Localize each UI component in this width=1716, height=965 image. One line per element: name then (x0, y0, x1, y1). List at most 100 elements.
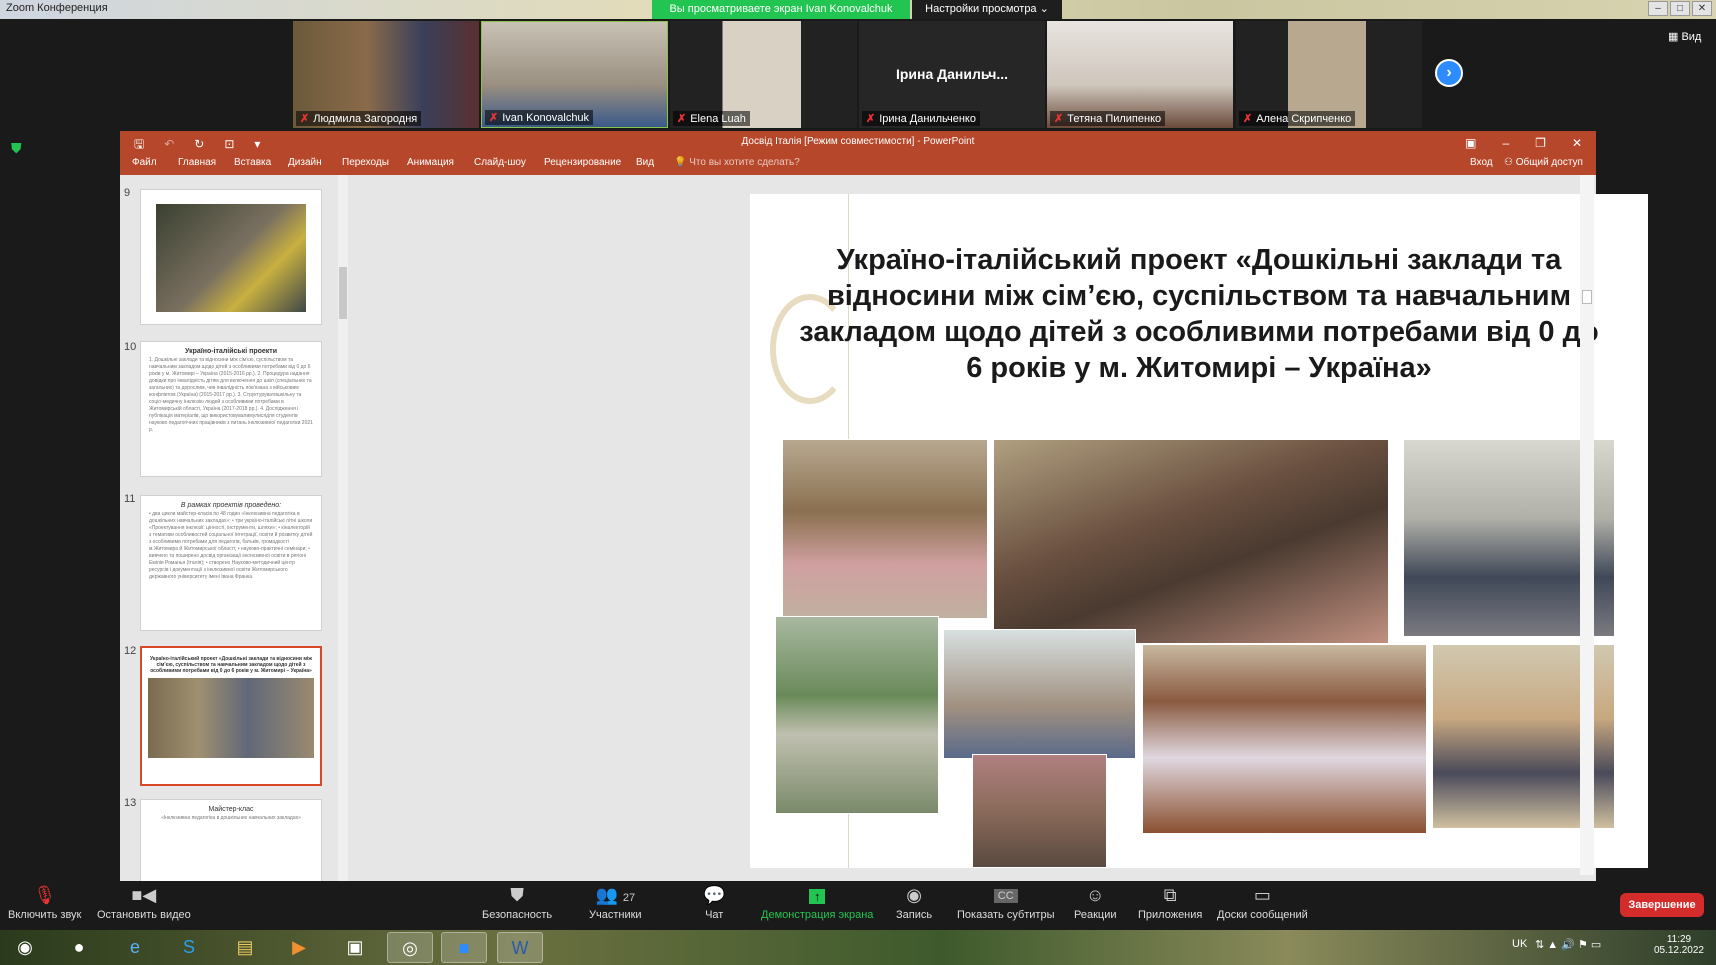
internet-explorer-icon[interactable]: e (112, 932, 158, 963)
tell-me-label: Что вы хотите сделать? (689, 157, 800, 168)
tab-transitions[interactable]: Переходы (342, 157, 389, 168)
whiteboards-button[interactable]: ▭ Доски сообщений (1217, 885, 1308, 921)
captions-button[interactable]: CC Показать субтитры (957, 885, 1055, 921)
apps-label: Приложения (1138, 909, 1203, 921)
skype-icon[interactable]: S (166, 932, 212, 963)
minimize-button[interactable]: – (1648, 1, 1668, 16)
tab-view[interactable]: Вид (636, 157, 654, 168)
thumbnail-title: В рамках проектів проведено: (180, 502, 282, 509)
slide-thumbnail-11[interactable]: В рамках проектів проведено: • два цикли … (140, 495, 322, 631)
video-tile[interactable]: Алена Скрипченко (1236, 21, 1422, 128)
reactions-button[interactable]: ☺ Реакции (1074, 885, 1117, 921)
stop-video-button[interactable]: ■◀ Остановить видео (97, 885, 191, 921)
scroll-thumb[interactable] (1582, 290, 1592, 304)
view-options-button[interactable]: Настройки просмотра ⌄ (912, 0, 1062, 19)
unmute-button[interactable]: 🎙 Включить звук (8, 885, 81, 921)
chat-label: Чат (705, 909, 724, 921)
ppt-close[interactable]: ✕ (1572, 133, 1582, 154)
signin-link[interactable]: Вход (1470, 157, 1493, 168)
date: 05.12.2022 (1653, 945, 1704, 956)
thumbnail-body: • два цикли майстер-класів по 48 годин «… (149, 511, 313, 580)
record-button[interactable]: ◉ Запись (896, 885, 932, 921)
photo (775, 616, 939, 814)
thumbnail-body: «Інклюзивна педагогіка в дошкільних навч… (161, 815, 301, 821)
start-button-icon[interactable]: ◉ (2, 932, 48, 963)
chat-bubble-icon: 💬 (703, 885, 726, 905)
slide-thumbnail-10[interactable]: Україно-італійські проекти 1. Дошкільні з… (140, 341, 322, 477)
video-tile[interactable]: Ірина Данильч... Ірина Данильченко (859, 21, 1045, 128)
share-screen-button[interactable]: ↑ Демонстрация экрана (761, 885, 873, 921)
language-indicator[interactable]: UK (1512, 938, 1527, 950)
close-button[interactable]: ✕ (1692, 1, 1712, 16)
word-icon[interactable]: W (497, 932, 543, 963)
scroll-thumb[interactable] (339, 267, 347, 319)
captions-label: Показать субтитры (957, 909, 1055, 921)
ribbon-display-icon[interactable]: ▣ (1465, 133, 1476, 154)
tray-icons[interactable]: ⇅ ▲ 🔊 ⚑ ▭ (1535, 938, 1601, 951)
tab-insert[interactable]: Вставка (234, 157, 271, 168)
record-icon: ◉ (906, 885, 922, 905)
end-meeting-button[interactable]: Завершение (1620, 893, 1704, 917)
ppt-restore[interactable]: ❐ (1535, 133, 1546, 154)
participant-name: Алена Скрипченко (1239, 111, 1356, 126)
apps-button[interactable]: ⧉ Приложения (1138, 885, 1202, 921)
participant-name: Ivan Konovalchuk (485, 110, 594, 125)
ppt-minimize[interactable]: – (1502, 133, 1509, 154)
tab-animations[interactable]: Анимация (407, 157, 454, 168)
app-icon[interactable]: ▣ (332, 932, 378, 963)
participant-name: Ірина Данильченко (862, 111, 980, 126)
document-title: Досвід Італія [Режим совместимости] - Po… (741, 136, 975, 147)
security-label: Безопасность (482, 909, 553, 921)
photo (782, 439, 988, 619)
view-label: Вид (1681, 31, 1702, 43)
media-player-icon[interactable]: ● (56, 932, 102, 963)
participants-icon: 👥 27 (595, 885, 636, 905)
unmute-label: Включить звук (8, 909, 82, 921)
slide-scrollbar[interactable] (1580, 175, 1594, 875)
time: 11:29 (1666, 934, 1692, 945)
video-tile[interactable]: Людмила Загородня (293, 21, 479, 128)
thumbnail-title: Україно-італійські проекти (184, 348, 278, 355)
apps-icon: ⧉ (1163, 885, 1177, 905)
video-tile[interactable]: Elena Luah (670, 21, 857, 128)
video-camera-icon: ■◀ (131, 885, 157, 905)
windows-taskbar: ◉ ● e S ▤ ▶ ▣ ◎ ■ W UK ⇅ ▲ 🔊 ⚑ ▭ 11:29 05… (0, 930, 1716, 965)
slide-thumbnail-13[interactable]: Майстер-клас «Інклюзивна педагогіка в дош… (140, 799, 322, 881)
view-button[interactable]: ▦ Вид (1668, 30, 1701, 43)
current-slide[interactable]: Україно-італійський проект «Дошкільні за… (750, 194, 1648, 868)
tab-home[interactable]: Главная (178, 157, 216, 168)
shield-icon: ⛊ (510, 885, 524, 905)
thumbnail-photos (148, 678, 314, 758)
tab-file[interactable]: Файл (132, 157, 157, 168)
slide-number: 10 (124, 341, 137, 353)
slide-thumbnail-9[interactable] (140, 189, 322, 325)
next-page-arrow-icon[interactable]: › (1435, 59, 1463, 87)
share-button[interactable]: ⚇ Общий доступ (1504, 157, 1583, 168)
participants-button[interactable]: 👥 27 Участники (589, 885, 642, 921)
tab-design[interactable]: Дизайн (288, 157, 322, 168)
emoji-icon: ☺ (1086, 885, 1105, 905)
video-tile[interactable]: Тетяна Пилипенко (1047, 21, 1233, 128)
thumbnail-body: 1. Дошкільні заклади та відносини між сі… (149, 357, 313, 433)
share-label: Общий доступ (1515, 157, 1583, 168)
thumbnails-scrollbar[interactable] (338, 175, 348, 881)
video-tile-active-speaker[interactable]: Ivan Konovalchuk (481, 21, 668, 128)
cc-icon: CC (957, 885, 1055, 909)
security-button[interactable]: ⛊ Безопасность (482, 885, 552, 921)
file-explorer-icon[interactable]: ▤ (222, 932, 268, 963)
chat-button[interactable]: 💬 Чат (703, 885, 725, 921)
slide-number: 11 (124, 493, 136, 505)
encryption-shield-icon[interactable]: ⛊ (11, 140, 22, 157)
media-icon[interactable]: ▶ (276, 932, 322, 963)
chrome-icon[interactable]: ◎ (387, 932, 433, 963)
thumbnail-title: Україно-італійський проект «Дошкільні за… (150, 656, 312, 674)
tell-me-box[interactable]: 💡 Что вы хотите сделать? (674, 157, 800, 168)
zoom-icon[interactable]: ■ (441, 932, 487, 963)
maximize-button[interactable]: □ (1670, 1, 1690, 16)
slide-thumbnail-12-selected[interactable]: Україно-італійський проект «Дошкільні за… (140, 646, 322, 786)
tab-slideshow[interactable]: Слайд-шоу (474, 157, 526, 168)
thumbnail-photo (156, 204, 306, 312)
clock[interactable]: 11:29 05.12.2022 (1654, 934, 1704, 956)
participant-name: Людмила Загородня (296, 111, 422, 126)
tab-review[interactable]: Рецензирование (544, 157, 621, 168)
